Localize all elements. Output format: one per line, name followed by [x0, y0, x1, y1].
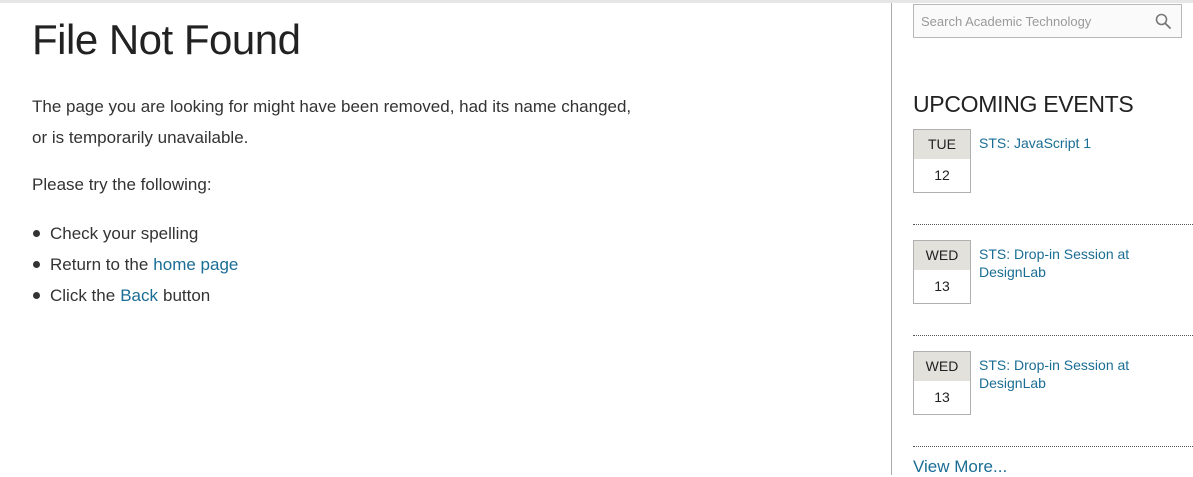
search-icon[interactable] — [1155, 13, 1171, 29]
try-label: Please try the following: — [32, 175, 212, 194]
bullet-icon — [33, 230, 40, 237]
suggestion-text-after: button — [162, 286, 211, 305]
suggestion-list: Check your spelling Return to the home p… — [32, 218, 872, 311]
suggestion-back-button: Click the Back button — [32, 280, 872, 311]
event-item: TUE 12 STS: JavaScript 1 — [913, 129, 1193, 225]
event-item: WED 13 STS: Drop-in Session at DesignLab — [913, 351, 1193, 447]
event-title-link[interactable]: STS: Drop-in Session at DesignLab — [979, 245, 1159, 281]
bullet-icon — [33, 261, 40, 268]
suggestion-home-page: Return to the home page — [32, 249, 872, 280]
event-weekday: WED — [914, 241, 970, 270]
intro-line-2: or is temporarily unavailable. — [32, 128, 249, 147]
suggestion-text: Check your spelling — [50, 224, 199, 243]
event-list: TUE 12 STS: JavaScript 1 WED 13 STS: Dro… — [913, 129, 1193, 447]
event-day: 13 — [934, 278, 950, 294]
page-title: File Not Found — [32, 16, 301, 63]
view-more-link[interactable]: View More... — [913, 457, 1007, 477]
bullet-icon — [33, 292, 40, 299]
suggestion-check-spelling: Check your spelling — [32, 218, 872, 249]
event-weekday: TUE — [914, 130, 970, 159]
suggestion-text: Click the — [50, 286, 116, 305]
event-weekday: WED — [914, 352, 970, 381]
suggestion-text: Return to the — [50, 255, 149, 274]
home-page-link[interactable]: home page — [153, 249, 238, 280]
event-date: WED 13 — [913, 351, 971, 415]
main-content: File Not Found The page you are looking … — [32, 14, 872, 311]
sidebar-divider — [891, 3, 892, 475]
event-day: 13 — [934, 389, 950, 405]
back-link[interactable]: Back — [120, 280, 158, 311]
event-date: WED 13 — [913, 240, 971, 304]
event-title-link[interactable]: STS: Drop-in Session at DesignLab — [979, 356, 1159, 392]
search-input[interactable] — [914, 5, 1151, 37]
event-day: 12 — [934, 167, 950, 183]
event-date: TUE 12 — [913, 129, 971, 193]
events-heading: UPCOMING EVENTS — [913, 91, 1134, 117]
sidebar: UPCOMING EVENTS TUE 12 STS: JavaScript 1… — [913, 4, 1193, 477]
intro-text: The page you are looking for might have … — [32, 91, 632, 153]
search-box — [913, 4, 1182, 38]
event-title-link[interactable]: STS: JavaScript 1 — [979, 134, 1159, 152]
intro-line-1: The page you are looking for might have … — [32, 97, 632, 116]
top-border — [0, 0, 1193, 3]
event-item: WED 13 STS: Drop-in Session at DesignLab — [913, 240, 1193, 336]
